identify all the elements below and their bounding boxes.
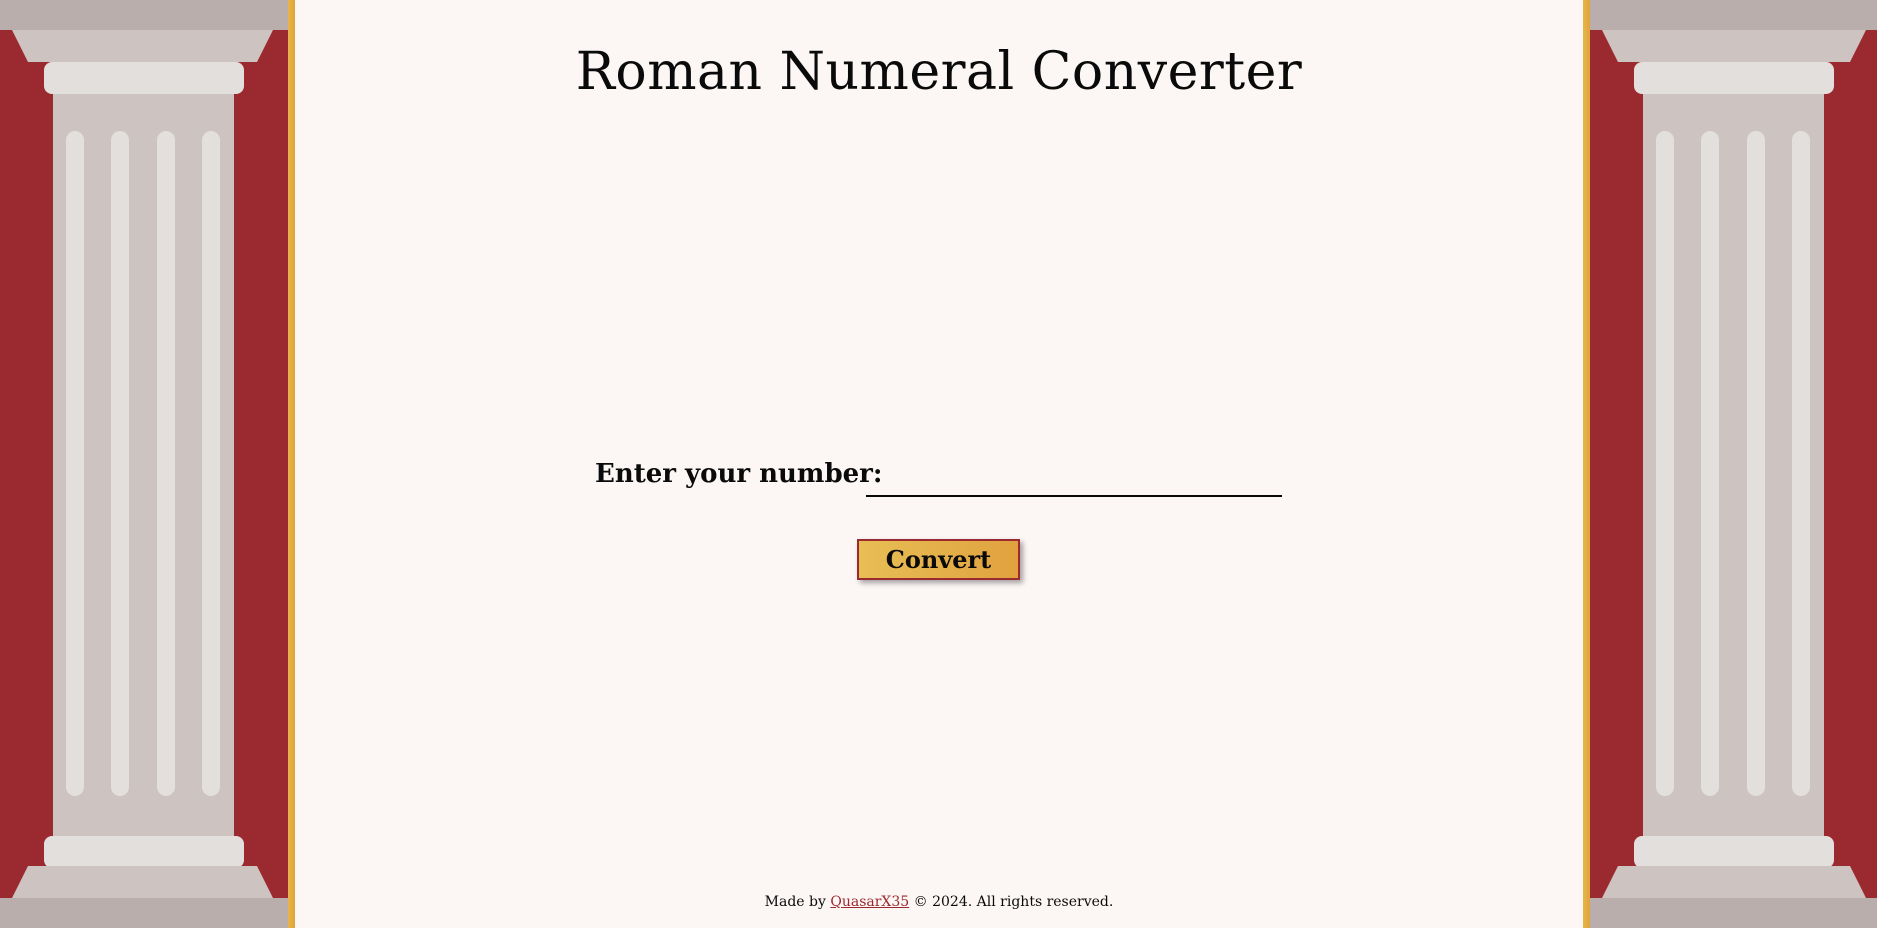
left-column-panel (0, 0, 288, 928)
footer-prefix: Made by (764, 894, 831, 910)
left-gold-border (288, 0, 295, 928)
author-link[interactable]: QuasarX35 (830, 894, 909, 910)
right-gold-border (1583, 0, 1590, 928)
convert-button[interactable]: Convert (857, 539, 1020, 580)
number-label: Enter your number: (595, 459, 883, 489)
roman-column-icon (1590, 0, 1877, 928)
footer-copyright: © 2024. All rights reserved. (909, 894, 1114, 910)
main-content: Roman Numeral Converter Enter your numbe… (295, 0, 1583, 928)
right-column-panel (1590, 0, 1877, 928)
footer: Made by QuasarX35 © 2024. All rights res… (295, 894, 1583, 910)
page: Roman Numeral Converter Enter your numbe… (0, 0, 1877, 928)
roman-column-icon (0, 0, 288, 928)
page-title: Roman Numeral Converter (575, 42, 1303, 102)
number-input[interactable] (866, 463, 1282, 497)
converter-form: Enter your number: (595, 455, 1285, 505)
